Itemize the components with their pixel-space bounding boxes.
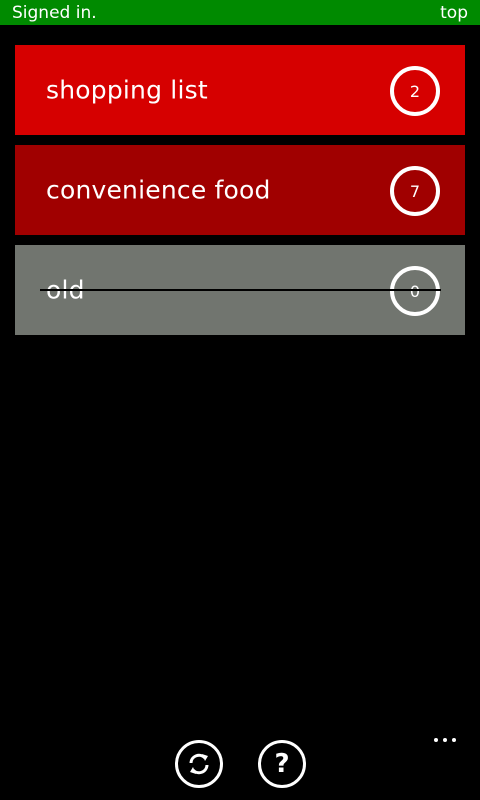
item-count-badge: 2 xyxy=(390,66,440,116)
list-name: convenience food xyxy=(46,175,271,205)
more-dots-icon xyxy=(452,738,456,742)
app-bar: ? xyxy=(0,730,480,800)
help-button[interactable]: ? xyxy=(258,740,306,788)
status-message: Signed in. xyxy=(12,2,97,23)
sync-icon xyxy=(189,753,209,775)
item-count-badge: 0 xyxy=(390,266,440,316)
list-tile-convenience-food[interactable]: convenience food 7 xyxy=(15,145,465,235)
more-options-button[interactable] xyxy=(432,736,458,744)
list-tile-shopping-list[interactable]: shopping list 2 xyxy=(15,45,465,135)
completed-strikethrough xyxy=(40,289,441,291)
scroll-position-label[interactable]: top xyxy=(440,3,468,23)
sync-button[interactable] xyxy=(175,740,223,788)
more-dots-icon xyxy=(434,738,438,742)
list-tiles: shopping list 2 convenience food 7 old 0 xyxy=(15,45,465,345)
list-tile-old[interactable]: old 0 xyxy=(15,245,465,335)
list-name: shopping list xyxy=(46,75,208,105)
status-bar: Signed in. top xyxy=(0,0,480,25)
item-count-badge: 7 xyxy=(390,166,440,216)
more-dots-icon xyxy=(443,738,447,742)
help-icon: ? xyxy=(274,749,290,779)
